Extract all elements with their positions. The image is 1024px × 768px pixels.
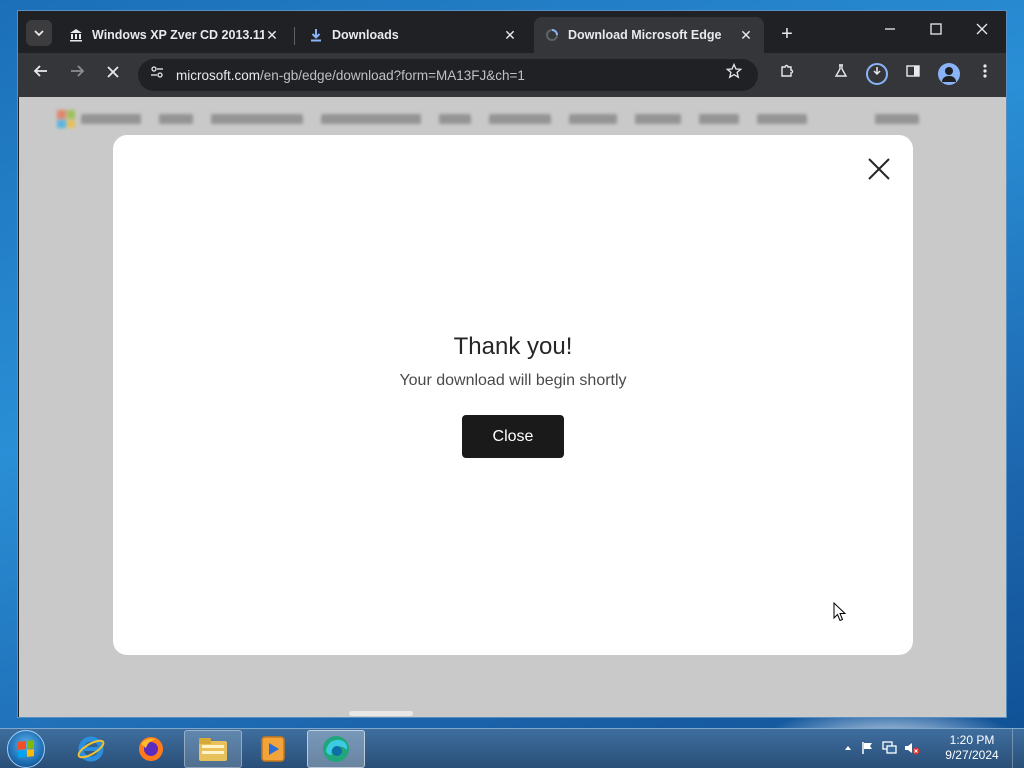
- system-tray: 1:20 PM 9/27/2024: [834, 729, 1024, 768]
- volume-muted-icon[interactable]: [904, 741, 920, 757]
- stop-loading-icon[interactable]: [100, 62, 126, 88]
- tab-title: Downloads: [332, 28, 399, 42]
- windows-logo-icon: [18, 740, 34, 758]
- close-tab-icon[interactable]: ✕: [502, 27, 518, 43]
- show-desktop-button[interactable]: [1012, 729, 1024, 768]
- back-arrow-icon[interactable]: [28, 62, 54, 88]
- action-center-flag-icon[interactable]: [860, 741, 876, 757]
- tab-windows-xp[interactable]: Windows XP Zver CD 2013.11 : ✕: [58, 17, 290, 53]
- labs-flask-icon[interactable]: [828, 62, 854, 88]
- taskbar: 1:20 PM 9/27/2024: [0, 728, 1024, 768]
- close-button[interactable]: Close: [462, 415, 564, 458]
- tab-title: Download Microsoft Edge: [568, 28, 722, 42]
- tab-strip: Windows XP Zver CD 2013.11 : ✕ Downloads…: [18, 11, 1006, 53]
- menu-kebab-icon[interactable]: [972, 62, 998, 88]
- loading-icon: [544, 27, 560, 43]
- file-explorer-icon[interactable]: [184, 730, 242, 768]
- tab-divider: [294, 27, 295, 45]
- profile-avatar-icon[interactable]: [938, 63, 960, 85]
- tab-downloads[interactable]: Downloads ✕: [298, 17, 528, 53]
- network-icon[interactable]: [882, 741, 898, 757]
- bookmark-star-icon[interactable]: [722, 62, 746, 87]
- firefox-icon[interactable]: [122, 730, 180, 768]
- download-dialog: Thank you! Your download will begin shor…: [113, 135, 913, 655]
- dialog-message: Your download will begin shortly: [399, 372, 627, 389]
- side-panel-icon[interactable]: [900, 62, 926, 88]
- address-bar[interactable]: microsoft.com/en-gb/edge/download?form=M…: [138, 59, 758, 91]
- media-player-icon[interactable]: [244, 730, 302, 768]
- blurred-site-nav: [19, 107, 1006, 131]
- close-tab-icon[interactable]: ✕: [738, 27, 754, 43]
- start-button[interactable]: [7, 730, 45, 768]
- tab-search-button[interactable]: [26, 20, 52, 46]
- close-tab-icon[interactable]: ✕: [264, 27, 280, 43]
- horizontal-scrollbar[interactable]: [349, 711, 413, 716]
- clock-date: 9/27/2024: [945, 748, 999, 762]
- edge-installer-icon[interactable]: [307, 730, 365, 768]
- chevron-up-icon[interactable]: [840, 741, 856, 757]
- close-icon[interactable]: [865, 155, 893, 183]
- site-settings-icon[interactable]: [146, 64, 168, 86]
- chevron-down-icon: [34, 30, 44, 37]
- forward-arrow-icon[interactable]: [64, 62, 90, 88]
- microsoft-logo-icon: [57, 110, 75, 128]
- page-viewport: Thank you! Your download will begin shor…: [19, 97, 1006, 717]
- internet-explorer-icon[interactable]: [62, 730, 120, 768]
- download-progress-icon[interactable]: [866, 63, 888, 85]
- mouse-pointer-icon: [833, 602, 847, 622]
- browser-toolbar: microsoft.com/en-gb/edge/download?form=M…: [18, 53, 1006, 97]
- browser-window: Windows XP Zver CD 2013.11 : ✕ Downloads…: [17, 10, 1007, 718]
- url-text: microsoft.com/en-gb/edge/download?form=M…: [176, 68, 722, 83]
- tab-download-edge[interactable]: Download Microsoft Edge ✕: [534, 17, 764, 53]
- window-close-icon[interactable]: [962, 19, 1002, 43]
- taskbar-clock[interactable]: 1:20 PM 9/27/2024: [942, 733, 1002, 763]
- tab-title: Windows XP Zver CD 2013.11 :: [92, 28, 264, 42]
- dialog-heading: Thank you!: [453, 333, 573, 360]
- new-tab-plus-icon[interactable]: +: [776, 23, 798, 45]
- maximize-icon[interactable]: [916, 19, 956, 43]
- minimize-icon[interactable]: [870, 19, 910, 43]
- extensions-puzzle-icon[interactable]: [774, 62, 800, 88]
- url-path: /en-gb/edge/download?form=MA13FJ&ch=1: [260, 67, 525, 83]
- bank-icon: [68, 27, 84, 43]
- url-host: microsoft.com: [176, 67, 261, 83]
- clock-time: 1:20 PM: [949, 733, 995, 747]
- download-icon: [308, 27, 324, 43]
